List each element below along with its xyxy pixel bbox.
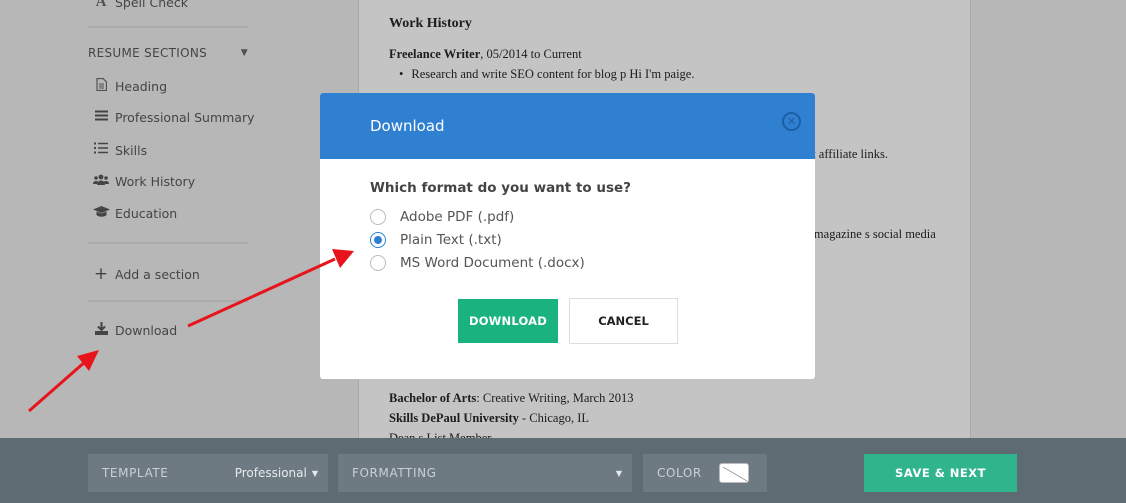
arrow-to-plain-text <box>187 249 354 328</box>
annotation-arrows <box>28 249 354 413</box>
arrow-to-download <box>28 350 99 413</box>
